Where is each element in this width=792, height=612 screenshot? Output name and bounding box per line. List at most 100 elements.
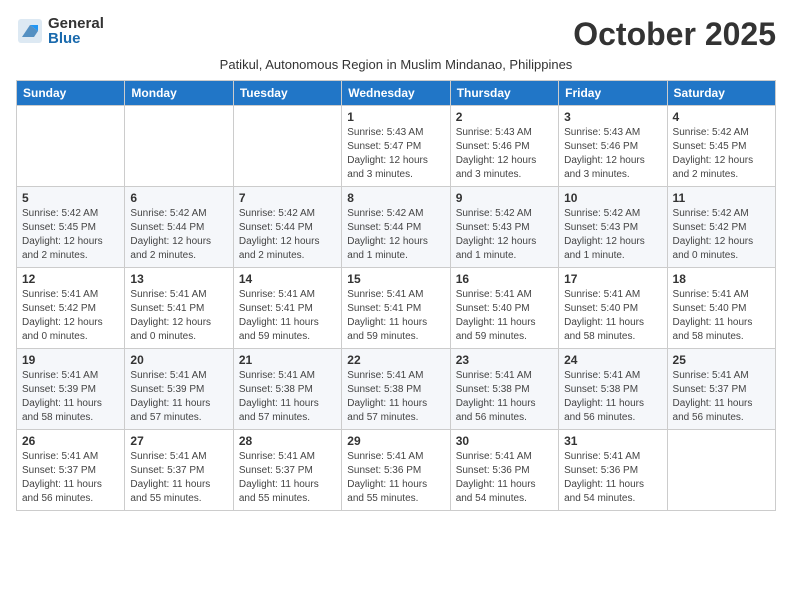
day-info: Sunrise: 5:42 AMSunset: 5:44 PMDaylight:… (239, 207, 336, 263)
day-info: Sunrise: 5:42 AMSunset: 5:44 PMDaylight:… (130, 207, 227, 263)
day-number: 31 (564, 434, 661, 448)
calendar-cell: 20 Sunrise: 5:41 AMSunset: 5:39 PMDayligh… (125, 349, 233, 430)
calendar-cell: 25 Sunrise: 5:41 AMSunset: 5:37 PMDayligh… (667, 349, 775, 430)
calendar-cell: 7 Sunrise: 5:42 AMSunset: 5:44 PMDaylight… (233, 187, 341, 268)
day-info: Sunrise: 5:41 AMSunset: 5:39 PMDaylight:… (130, 369, 227, 425)
day-info: Sunrise: 5:43 AMSunset: 5:47 PMDaylight:… (347, 126, 444, 182)
calendar-cell: 26Sunrise: 5:41 AMSunset: 5:37 PMDayligh… (17, 430, 125, 511)
month-title: October 2025 (573, 16, 776, 53)
calendar-cell: 23Sunrise: 5:41 AMSunset: 5:38 PMDayligh… (450, 349, 558, 430)
day-number: 28 (239, 434, 336, 448)
logo-general-label: General (48, 16, 104, 31)
calendar-cell: 16Sunrise: 5:41 AMSunset: 5:40 PMDayligh… (450, 268, 558, 349)
day-info: Sunrise: 5:41 AMSunset: 5:41 PMDaylight:… (130, 288, 227, 344)
day-number: 14 (239, 272, 336, 286)
day-info: Sunrise: 5:41 AMSunset: 5:37 PMDaylight:… (239, 450, 336, 506)
day-number: 8 (347, 191, 444, 205)
day-info: Sunrise: 5:42 AMSunset: 5:45 PMDaylight:… (673, 126, 770, 182)
week-row-1: 1Sunrise: 5:43 AMSunset: 5:47 PMDaylight… (17, 106, 776, 187)
day-info: Sunrise: 5:41 AMSunset: 5:42 PMDaylight:… (22, 288, 119, 344)
subtitle: Patikul, Autonomous Region in Muslim Min… (16, 57, 776, 72)
day-info: Sunrise: 5:41 AMSunset: 5:38 PMDaylight:… (239, 369, 336, 425)
calendar-cell: 1Sunrise: 5:43 AMSunset: 5:47 PMDaylight… (342, 106, 450, 187)
logo: General Blue (16, 16, 104, 46)
calendar-cell: 17 Sunrise: 5:41 AMSunset: 5:40 PMDayligh… (559, 268, 667, 349)
day-number: 23 (456, 353, 553, 367)
day-info: Sunrise: 5:41 AMSunset: 5:37 PMDaylight:… (130, 450, 227, 506)
calendar-cell: 22 Sunrise: 5:41 AMSunset: 5:38 PMDayligh… (342, 349, 450, 430)
day-number: 24 (564, 353, 661, 367)
calendar-cell: 9 Sunrise: 5:42 AMSunset: 5:43 PMDaylight… (450, 187, 558, 268)
calendar-cell: 2Sunrise: 5:43 AMSunset: 5:46 PMDaylight… (450, 106, 558, 187)
calendar-cell: 29 Sunrise: 5:41 AMSunset: 5:36 PMDayligh… (342, 430, 450, 511)
day-info: Sunrise: 5:41 AMSunset: 5:37 PMDaylight:… (22, 450, 119, 506)
weekday-header-tuesday: Tuesday (233, 81, 341, 106)
day-number: 9 (456, 191, 553, 205)
calendar-cell (667, 430, 775, 511)
calendar-cell: 28 Sunrise: 5:41 AMSunset: 5:37 PMDayligh… (233, 430, 341, 511)
calendar-cell: 10Sunrise: 5:42 AMSunset: 5:43 PMDayligh… (559, 187, 667, 268)
calendar-cell: 8 Sunrise: 5:42 AMSunset: 5:44 PMDaylight… (342, 187, 450, 268)
day-number: 22 (347, 353, 444, 367)
calendar-cell: 31 Sunrise: 5:41 AMSunset: 5:36 PMDayligh… (559, 430, 667, 511)
day-number: 29 (347, 434, 444, 448)
day-number: 18 (673, 272, 770, 286)
day-info: Sunrise: 5:41 AMSunset: 5:40 PMDaylight:… (673, 288, 770, 344)
day-number: 13 (130, 272, 227, 286)
day-info: Sunrise: 5:41 AMSunset: 5:41 PMDaylight:… (239, 288, 336, 344)
calendar-cell: 24 Sunrise: 5:41 AMSunset: 5:38 PMDayligh… (559, 349, 667, 430)
calendar-cell: 12 Sunrise: 5:41 AMSunset: 5:42 PMDayligh… (17, 268, 125, 349)
day-number: 12 (22, 272, 119, 286)
day-number: 4 (673, 110, 770, 124)
header: General Blue October 2025 (16, 16, 776, 53)
day-info: Sunrise: 5:42 AMSunset: 5:43 PMDaylight:… (564, 207, 661, 263)
calendar-cell: 3 Sunrise: 5:43 AMSunset: 5:46 PMDaylight… (559, 106, 667, 187)
weekday-header-thursday: Thursday (450, 81, 558, 106)
day-number: 19 (22, 353, 119, 367)
day-info: Sunrise: 5:41 AMSunset: 5:41 PMDaylight:… (347, 288, 444, 344)
calendar-cell: 11Sunrise: 5:42 AMSunset: 5:42 PMDayligh… (667, 187, 775, 268)
weekday-header-wednesday: Wednesday (342, 81, 450, 106)
day-number: 16 (456, 272, 553, 286)
day-info: Sunrise: 5:41 AMSunset: 5:40 PMDaylight:… (564, 288, 661, 344)
day-info: Sunrise: 5:42 AMSunset: 5:45 PMDaylight:… (22, 207, 119, 263)
day-info: Sunrise: 5:41 AMSunset: 5:37 PMDaylight:… (673, 369, 770, 425)
week-row-3: 12 Sunrise: 5:41 AMSunset: 5:42 PMDayligh… (17, 268, 776, 349)
calendar: SundayMondayTuesdayWednesdayThursdayFrid… (16, 80, 776, 511)
calendar-cell: 5Sunrise: 5:42 AMSunset: 5:45 PMDaylight… (17, 187, 125, 268)
day-info: Sunrise: 5:42 AMSunset: 5:44 PMDaylight:… (347, 207, 444, 263)
weekday-header-saturday: Saturday (667, 81, 775, 106)
weekday-header-monday: Monday (125, 81, 233, 106)
calendar-cell: 27Sunrise: 5:41 AMSunset: 5:37 PMDayligh… (125, 430, 233, 511)
day-number: 30 (456, 434, 553, 448)
weekday-header-friday: Friday (559, 81, 667, 106)
day-number: 7 (239, 191, 336, 205)
logo-text: General Blue (48, 16, 104, 46)
weekday-header-sunday: Sunday (17, 81, 125, 106)
day-info: Sunrise: 5:41 AMSunset: 5:36 PMDaylight:… (347, 450, 444, 506)
day-info: Sunrise: 5:42 AMSunset: 5:42 PMDaylight:… (673, 207, 770, 263)
calendar-cell: 14 Sunrise: 5:41 AMSunset: 5:41 PMDayligh… (233, 268, 341, 349)
day-info: Sunrise: 5:43 AMSunset: 5:46 PMDaylight:… (564, 126, 661, 182)
calendar-cell (233, 106, 341, 187)
week-row-5: 26Sunrise: 5:41 AMSunset: 5:37 PMDayligh… (17, 430, 776, 511)
day-number: 21 (239, 353, 336, 367)
day-number: 3 (564, 110, 661, 124)
day-info: Sunrise: 5:41 AMSunset: 5:36 PMDaylight:… (456, 450, 553, 506)
day-number: 2 (456, 110, 553, 124)
day-number: 17 (564, 272, 661, 286)
calendar-cell (125, 106, 233, 187)
day-number: 6 (130, 191, 227, 205)
day-info: Sunrise: 5:41 AMSunset: 5:36 PMDaylight:… (564, 450, 661, 506)
calendar-cell: 19Sunrise: 5:41 AMSunset: 5:39 PMDayligh… (17, 349, 125, 430)
day-info: Sunrise: 5:42 AMSunset: 5:43 PMDaylight:… (456, 207, 553, 263)
day-info: Sunrise: 5:41 AMSunset: 5:38 PMDaylight:… (347, 369, 444, 425)
day-info: Sunrise: 5:41 AMSunset: 5:38 PMDaylight:… (564, 369, 661, 425)
calendar-cell: 6 Sunrise: 5:42 AMSunset: 5:44 PMDaylight… (125, 187, 233, 268)
day-number: 20 (130, 353, 227, 367)
day-number: 15 (347, 272, 444, 286)
day-number: 25 (673, 353, 770, 367)
calendar-cell (17, 106, 125, 187)
calendar-cell: 21 Sunrise: 5:41 AMSunset: 5:38 PMDayligh… (233, 349, 341, 430)
calendar-cell: 15 Sunrise: 5:41 AMSunset: 5:41 PMDayligh… (342, 268, 450, 349)
